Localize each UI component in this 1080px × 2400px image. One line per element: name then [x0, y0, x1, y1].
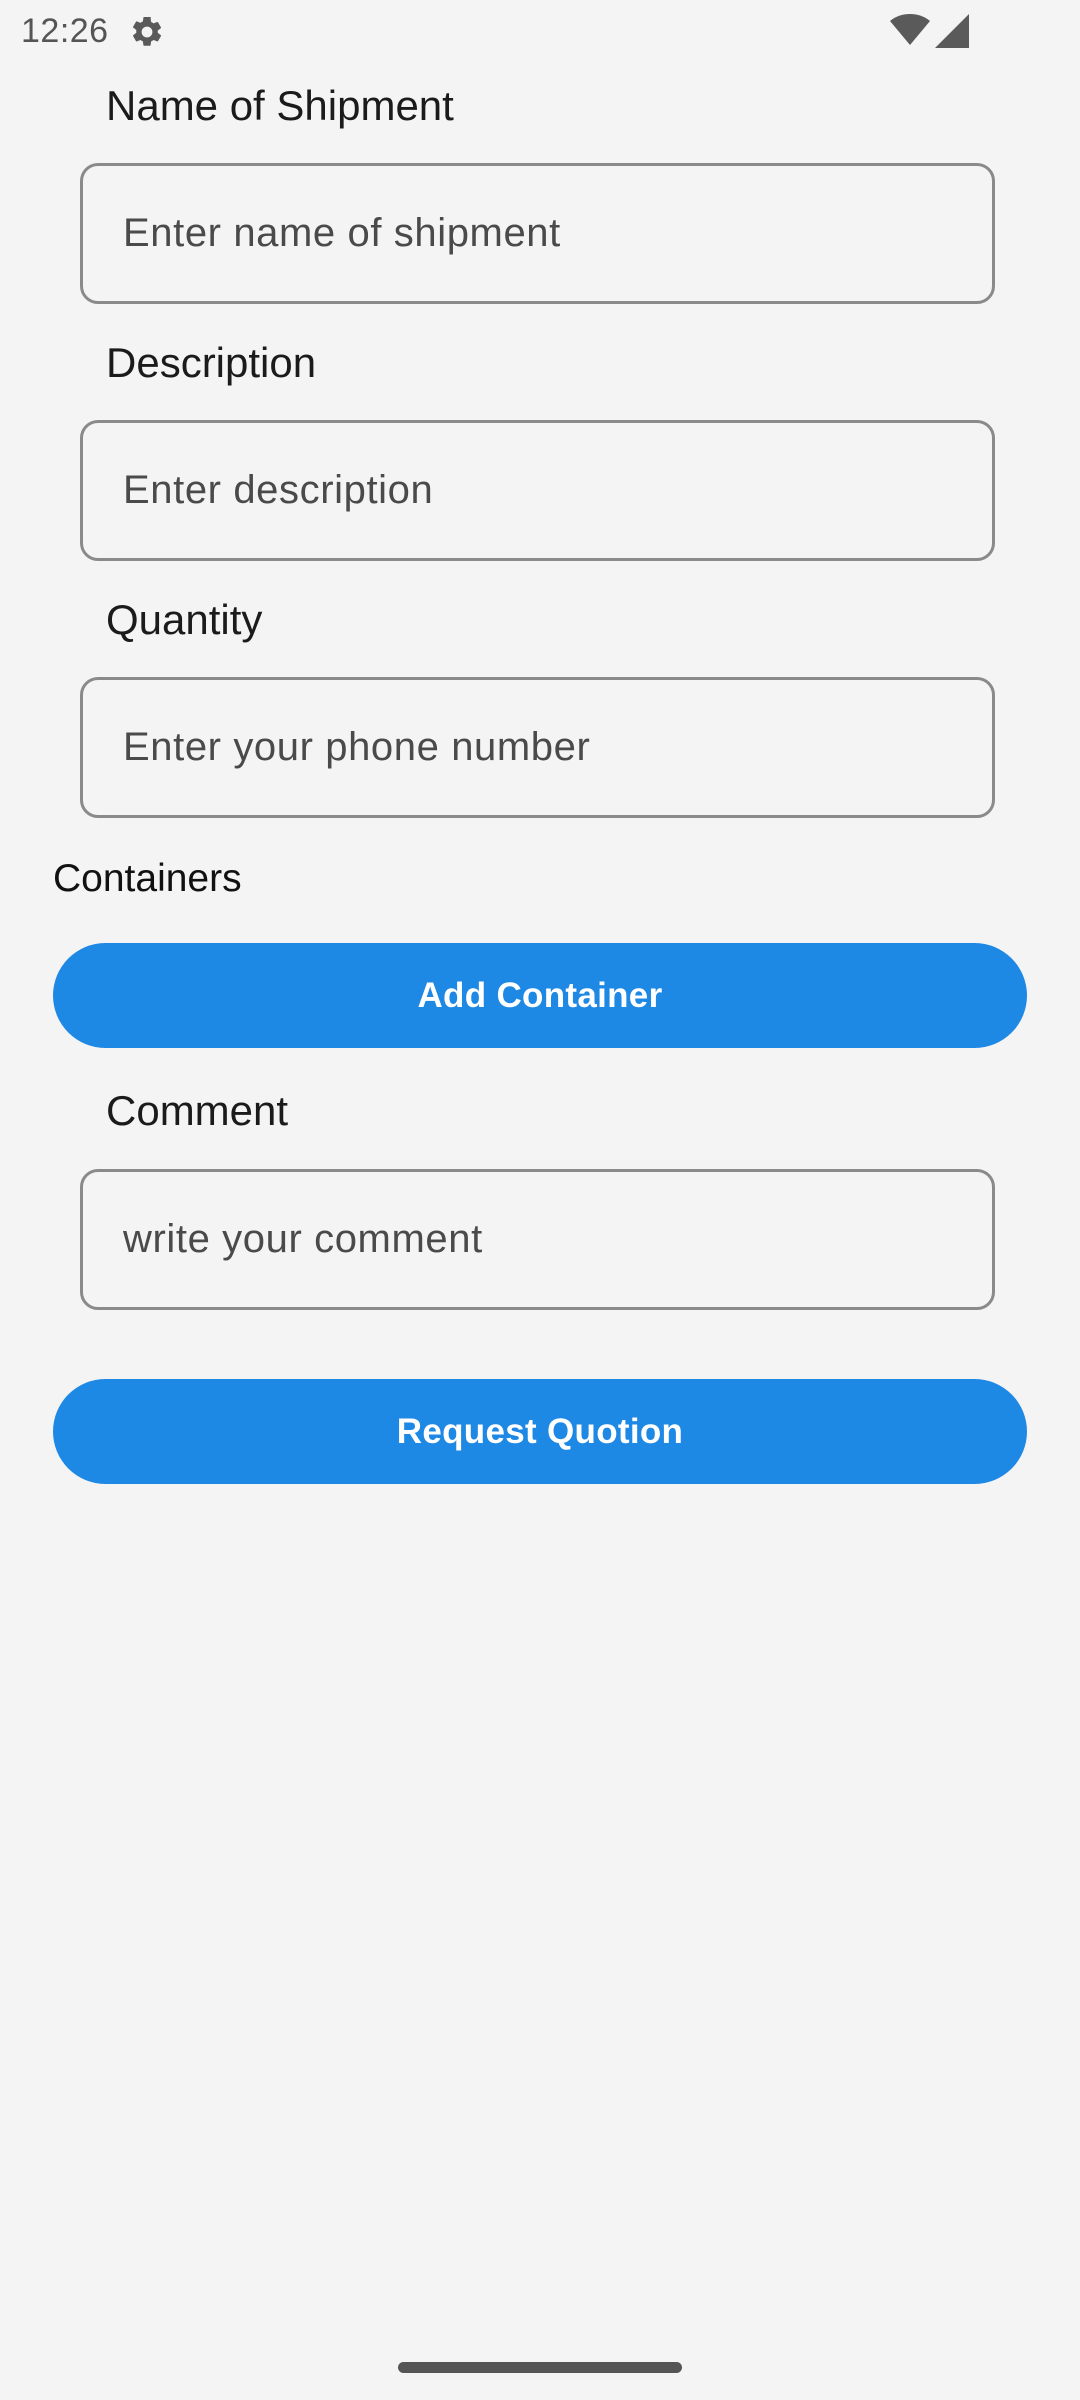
- navigation-gesture-handle[interactable]: [398, 2362, 682, 2373]
- gear-icon: [133, 16, 162, 46]
- quantity-field[interactable]: [80, 677, 995, 818]
- comment-field[interactable]: [80, 1169, 995, 1310]
- quantity-input[interactable]: [83, 680, 992, 815]
- comment-label: Comment: [106, 1087, 289, 1134]
- request-quotation-button[interactable]: Request Quotion: [53, 1379, 1027, 1484]
- status-bar: 12:26: [0, 0, 1080, 64]
- cellular-signal-icon: [935, 14, 969, 48]
- comment-input[interactable]: [83, 1172, 992, 1307]
- quantity-label: Quantity: [106, 596, 263, 643]
- shipment-name-field[interactable]: [80, 163, 995, 304]
- add-container-button[interactable]: Add Container: [53, 943, 1027, 1048]
- description-input[interactable]: [83, 423, 992, 558]
- description-label: Description: [106, 339, 317, 386]
- wifi-icon: [890, 14, 930, 45]
- description-field[interactable]: [80, 420, 995, 561]
- status-time: 12:26: [21, 12, 109, 50]
- shipment-name-input[interactable]: [83, 166, 992, 301]
- shipment-name-label: Name of Shipment: [106, 82, 454, 129]
- shipment-form-screen: 12:26 Name of Shipment Description Quant…: [0, 0, 1080, 2400]
- containers-label: Containers: [53, 857, 242, 900]
